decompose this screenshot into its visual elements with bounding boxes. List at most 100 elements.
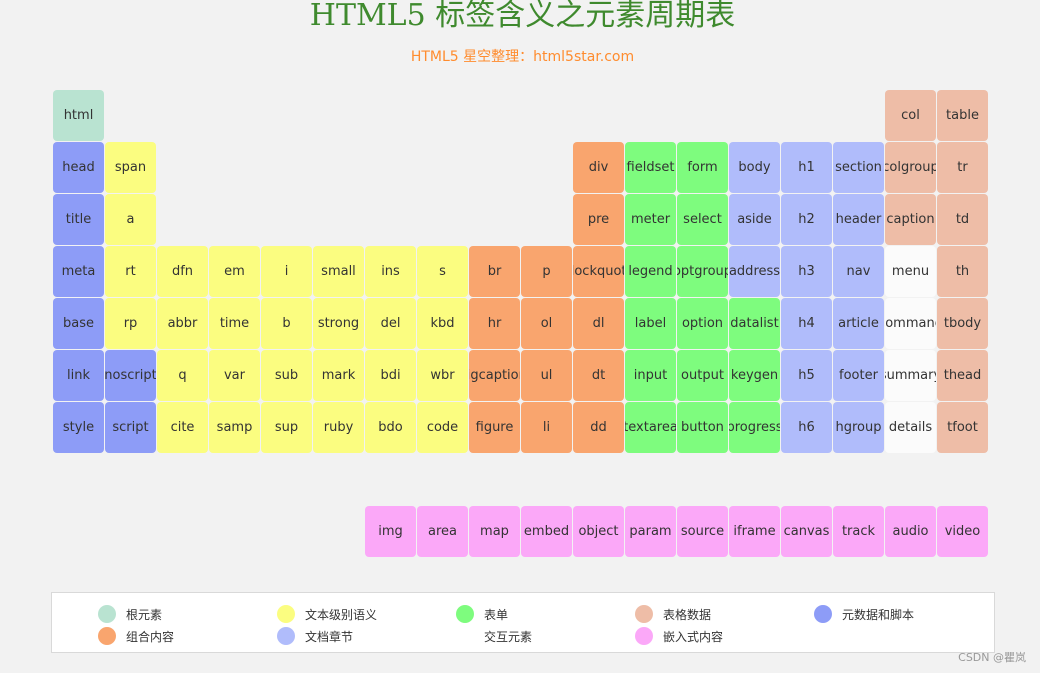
element-script[interactable]: script <box>105 402 156 453</box>
element-br[interactable]: br <box>469 246 520 297</box>
element-section[interactable]: section <box>833 142 884 193</box>
element-span[interactable]: span <box>105 142 156 193</box>
element-rt[interactable]: rt <box>105 246 156 297</box>
element-samp[interactable]: samp <box>209 402 260 453</box>
element-embed[interactable]: embed <box>521 506 572 557</box>
element-meta[interactable]: meta <box>53 246 104 297</box>
element-bdo[interactable]: bdo <box>365 402 416 453</box>
element-textarea[interactable]: textarea <box>625 402 676 453</box>
element-noscript[interactable]: noscript <box>105 350 156 401</box>
element-li[interactable]: li <box>521 402 572 453</box>
element-hgroup[interactable]: hgroup <box>833 402 884 453</box>
element-source[interactable]: source <box>677 506 728 557</box>
element-hr[interactable]: hr <box>469 298 520 349</box>
element-menu[interactable]: menu <box>885 246 936 297</box>
element-param[interactable]: param <box>625 506 676 557</box>
element-aside[interactable]: aside <box>729 194 780 245</box>
element-dt[interactable]: dt <box>573 350 624 401</box>
element-h3[interactable]: h3 <box>781 246 832 297</box>
element-ruby[interactable]: ruby <box>313 402 364 453</box>
element-dd[interactable]: dd <box>573 402 624 453</box>
element-progress[interactable]: progress <box>729 402 780 453</box>
element-legend[interactable]: legend <box>625 246 676 297</box>
element-style[interactable]: style <box>53 402 104 453</box>
element-figcaption[interactable]: figcaption <box>469 350 520 401</box>
element-output[interactable]: output <box>677 350 728 401</box>
element-q[interactable]: q <box>157 350 208 401</box>
element-div[interactable]: div <box>573 142 624 193</box>
element-h4[interactable]: h4 <box>781 298 832 349</box>
element-html[interactable]: html <box>53 90 104 141</box>
element-th[interactable]: th <box>937 246 988 297</box>
element-h6[interactable]: h6 <box>781 402 832 453</box>
element-fieldset[interactable]: fieldset <box>625 142 676 193</box>
element-caption[interactable]: caption <box>885 194 936 245</box>
element-meter[interactable]: meter <box>625 194 676 245</box>
element-b[interactable]: b <box>261 298 312 349</box>
element-abbr[interactable]: abbr <box>157 298 208 349</box>
element-bdi[interactable]: bdi <box>365 350 416 401</box>
element-object[interactable]: object <box>573 506 624 557</box>
element-wbr[interactable]: wbr <box>417 350 468 401</box>
element-area[interactable]: area <box>417 506 468 557</box>
element-iframe[interactable]: iframe <box>729 506 780 557</box>
element-title[interactable]: title <box>53 194 104 245</box>
element-em[interactable]: em <box>209 246 260 297</box>
element-datalist[interactable]: datalist <box>729 298 780 349</box>
element-canvas[interactable]: canvas <box>781 506 832 557</box>
element-time[interactable]: time <box>209 298 260 349</box>
element-kbd[interactable]: kbd <box>417 298 468 349</box>
element-strong[interactable]: strong <box>313 298 364 349</box>
element-table[interactable]: table <box>937 90 988 141</box>
element-base[interactable]: base <box>53 298 104 349</box>
element-pre[interactable]: pre <box>573 194 624 245</box>
element-h5[interactable]: h5 <box>781 350 832 401</box>
element-sub[interactable]: sub <box>261 350 312 401</box>
element-video[interactable]: video <box>937 506 988 557</box>
element-thead[interactable]: thead <box>937 350 988 401</box>
element-rp[interactable]: rp <box>105 298 156 349</box>
element-a[interactable]: a <box>105 194 156 245</box>
element-sup[interactable]: sup <box>261 402 312 453</box>
element-select[interactable]: select <box>677 194 728 245</box>
element-ol[interactable]: ol <box>521 298 572 349</box>
element-blockquote[interactable]: blockquote <box>573 246 624 297</box>
element-button[interactable]: button <box>677 402 728 453</box>
element-address[interactable]: address <box>729 246 780 297</box>
element-td[interactable]: td <box>937 194 988 245</box>
element-label[interactable]: label <box>625 298 676 349</box>
element-audio[interactable]: audio <box>885 506 936 557</box>
element-img[interactable]: img <box>365 506 416 557</box>
element-cite[interactable]: cite <box>157 402 208 453</box>
element-keygen[interactable]: keygen <box>729 350 780 401</box>
element-s[interactable]: s <box>417 246 468 297</box>
element-ul[interactable]: ul <box>521 350 572 401</box>
element-ins[interactable]: ins <box>365 246 416 297</box>
element-summary[interactable]: summary <box>885 350 936 401</box>
element-input[interactable]: input <box>625 350 676 401</box>
element-h1[interactable]: h1 <box>781 142 832 193</box>
element-mark[interactable]: mark <box>313 350 364 401</box>
element-dl[interactable]: dl <box>573 298 624 349</box>
element-header[interactable]: header <box>833 194 884 245</box>
element-track[interactable]: track <box>833 506 884 557</box>
element-small[interactable]: small <box>313 246 364 297</box>
element-optgroup[interactable]: optgroup <box>677 246 728 297</box>
element-tfoot[interactable]: tfoot <box>937 402 988 453</box>
element-head[interactable]: head <box>53 142 104 193</box>
element-details[interactable]: details <box>885 402 936 453</box>
element-link[interactable]: link <box>53 350 104 401</box>
element-dfn[interactable]: dfn <box>157 246 208 297</box>
element-tr[interactable]: tr <box>937 142 988 193</box>
element-option[interactable]: option <box>677 298 728 349</box>
element-colgroup[interactable]: colgroup <box>885 142 936 193</box>
element-i[interactable]: i <box>261 246 312 297</box>
element-del[interactable]: del <box>365 298 416 349</box>
element-map[interactable]: map <box>469 506 520 557</box>
element-figure[interactable]: figure <box>469 402 520 453</box>
element-p[interactable]: p <box>521 246 572 297</box>
element-var[interactable]: var <box>209 350 260 401</box>
element-command[interactable]: command <box>885 298 936 349</box>
element-form[interactable]: form <box>677 142 728 193</box>
element-tbody[interactable]: tbody <box>937 298 988 349</box>
